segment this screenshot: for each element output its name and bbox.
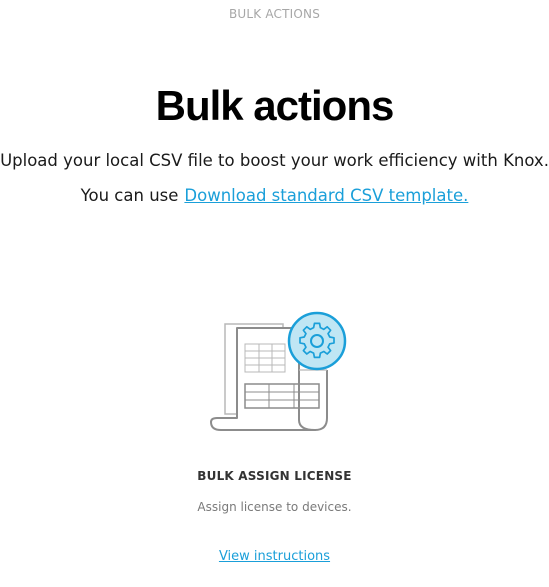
bulk-actions-page: BULK ACTIONS Bulk actions Upload your lo…	[0, 0, 549, 587]
card-title: BULK ASSIGN LICENSE	[197, 469, 352, 483]
template-line: You can use Download standard CSV templat…	[0, 186, 549, 205]
download-template-link[interactable]: Download standard CSV template.	[184, 186, 468, 205]
view-instructions-link[interactable]: View instructions	[219, 549, 330, 564]
card-description: Assign license to devices.	[197, 500, 352, 514]
template-prefix: You can use	[80, 186, 179, 205]
page-title: Bulk actions	[155, 82, 395, 129]
instructions-link-wrapper: View instructions	[0, 549, 549, 564]
section-label: BULK ACTIONS	[228, 7, 321, 21]
csv-document-gear-icon	[210, 311, 347, 431]
page-subtitle: Upload your local CSV file to boost your…	[0, 151, 549, 170]
